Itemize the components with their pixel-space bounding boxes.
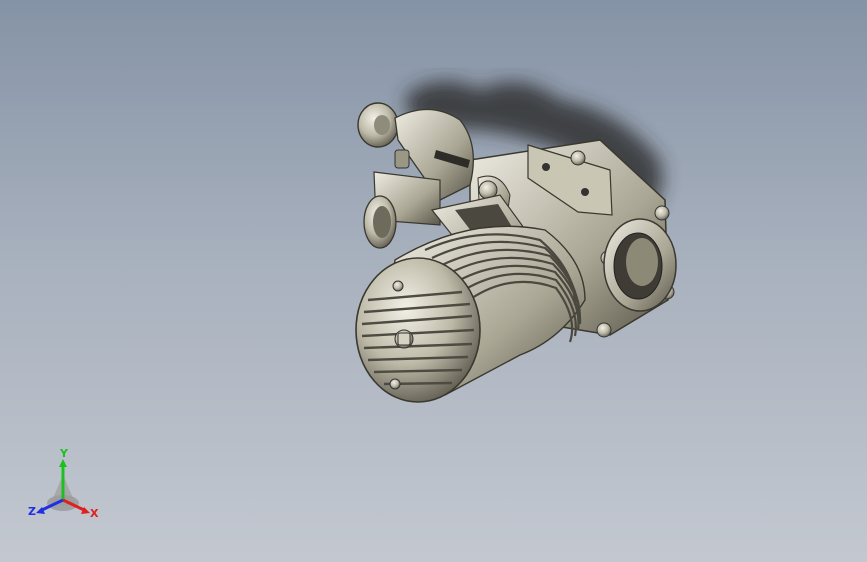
cylinder-head[interactable] (355, 257, 481, 403)
y-axis-arrow (59, 459, 67, 467)
axis-triad[interactable]: Y X Z (20, 445, 110, 525)
engine-model[interactable] (0, 0, 867, 562)
z-axis-label: Z (28, 505, 36, 518)
x-axis-label: X (90, 507, 99, 520)
cad-viewport[interactable]: Y X Z (0, 0, 867, 562)
y-axis-label: Y (59, 447, 69, 460)
